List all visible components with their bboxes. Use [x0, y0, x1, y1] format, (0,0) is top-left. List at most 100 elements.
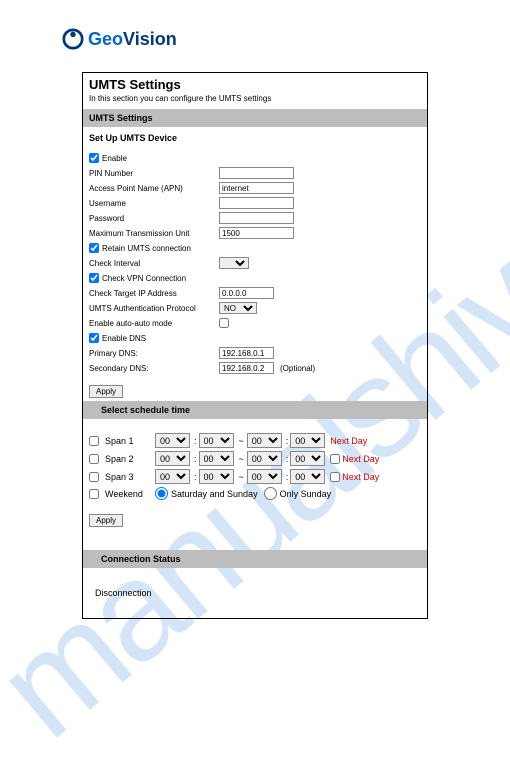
colon-icon: : [194, 454, 197, 464]
username-input[interactable] [219, 197, 294, 209]
connection-status-text: Disconnection [83, 568, 427, 618]
span3-m2[interactable]: 00 [290, 469, 325, 484]
colon-icon: : [286, 454, 289, 464]
row-auth: UMTS Authentication Protocol NO [89, 301, 421, 315]
span2-nextday-wrap: Next Day [330, 454, 379, 464]
enable-dns-label: Enable DNS [102, 334, 146, 343]
password-input[interactable] [219, 212, 294, 224]
page-title: UMTS Settings [83, 73, 427, 94]
row-enable: Enable [89, 151, 421, 165]
retain-label: Retain UMTS connection [102, 244, 191, 253]
span3-nextday: Next Day [342, 472, 379, 482]
span3-m1[interactable]: 00 [199, 469, 234, 484]
auth-select[interactable]: NO [219, 302, 257, 314]
check-target-input[interactable] [219, 287, 274, 299]
umts-form: Enable PIN Number Access Point Name (APN… [83, 149, 427, 382]
row-autoauto: Enable auto-auto mode [89, 316, 421, 330]
autoauto-checkbox[interactable] [219, 318, 229, 328]
primary-dns-input[interactable] [219, 347, 274, 359]
pin-input[interactable] [219, 167, 294, 179]
section-umts-settings: UMTS Settings [83, 109, 427, 127]
span2-label: Span 2 [105, 454, 155, 464]
retain-checkbox[interactable] [89, 243, 99, 253]
tilde-icon: ~ [239, 472, 244, 482]
span2-checkbox[interactable] [89, 454, 99, 464]
colon-icon: : [286, 436, 289, 446]
section-schedule: Select schedule time [83, 401, 427, 419]
row-apn: Access Point Name (APN) [89, 181, 421, 195]
row-retain: Retain UMTS connection [89, 241, 421, 255]
span2-m2[interactable]: 00 [290, 451, 325, 466]
optional-text: (Optional) [280, 364, 315, 373]
apply-schedule-button[interactable]: Apply [89, 514, 123, 527]
row-check-vpn: Check VPN Connection [89, 271, 421, 285]
onlysun-radio[interactable] [264, 487, 277, 500]
page-subtitle: In this section you can configure the UM… [83, 94, 427, 109]
row-username: Username [89, 196, 421, 210]
row-password: Password [89, 211, 421, 225]
colon-icon: : [286, 472, 289, 482]
colon-icon: : [194, 472, 197, 482]
weekend-checkbox[interactable] [89, 489, 99, 499]
logo-geo: Geo [88, 29, 123, 49]
span1-nextday: Next Day [330, 436, 367, 446]
secondary-dns-input[interactable] [219, 362, 274, 374]
password-label: Password [89, 214, 219, 223]
autoauto-label: Enable auto-auto mode [89, 319, 219, 328]
settings-panel: UMTS Settings In this section you can co… [82, 72, 428, 619]
span3-label: Span 3 [105, 472, 155, 482]
enable-dns-checkbox[interactable] [89, 333, 99, 343]
schedule-area: Span 1 00 : 00 ~ 00 : 00 Next Day Span 2… [83, 419, 427, 511]
auth-label: UMTS Authentication Protocol [89, 304, 219, 313]
span1-h1[interactable]: 00 [155, 433, 190, 448]
brand-logo: GeoVision [0, 0, 510, 50]
satsun-radio[interactable] [155, 487, 168, 500]
mtu-label: Maximum Transmission Unit [89, 229, 219, 238]
row-enable-dns: Enable DNS [89, 331, 421, 345]
span2-h1[interactable]: 00 [155, 451, 190, 466]
span2-row: Span 2 00 : 00 ~ 00 : 00 Next Day [89, 451, 421, 466]
logo-icon [62, 28, 84, 50]
span1-m1[interactable]: 00 [199, 433, 234, 448]
apn-input[interactable] [219, 182, 294, 194]
span1-checkbox[interactable] [89, 436, 99, 446]
span2-h2[interactable]: 00 [247, 451, 282, 466]
primary-dns-label: Primary DNS: [89, 349, 219, 358]
tilde-icon: ~ [239, 436, 244, 446]
span3-h2[interactable]: 00 [247, 469, 282, 484]
tilde-icon: ~ [239, 454, 244, 464]
span3-h1[interactable]: 00 [155, 469, 190, 484]
row-pin: PIN Number [89, 166, 421, 180]
logo-vision: Vision [123, 29, 177, 49]
check-interval-select[interactable] [219, 257, 249, 269]
colon-icon: : [194, 436, 197, 446]
row-check-target: Check Target IP Address [89, 286, 421, 300]
weekend-row: Weekend Saturday and Sunday Only Sunday [89, 487, 421, 500]
span3-nextday-wrap: Next Day [330, 472, 379, 482]
span3-nextday-checkbox[interactable] [330, 472, 340, 482]
span3-row: Span 3 00 : 00 ~ 00 : 00 Next Day [89, 469, 421, 484]
row-check-interval: Check Interval [89, 256, 421, 270]
apply-umts-button[interactable]: Apply [89, 385, 123, 398]
span1-m2[interactable]: 00 [290, 433, 325, 448]
span2-nextday-checkbox[interactable] [330, 454, 340, 464]
span1-label: Span 1 [105, 436, 155, 446]
mtu-input[interactable] [219, 227, 294, 239]
check-vpn-label: Check VPN Connection [102, 274, 186, 283]
section-connection-status: Connection Status [83, 550, 427, 568]
check-vpn-checkbox[interactable] [89, 273, 99, 283]
span2-m1[interactable]: 00 [199, 451, 234, 466]
span3-checkbox[interactable] [89, 472, 99, 482]
row-mtu: Maximum Transmission Unit [89, 226, 421, 240]
pin-label: PIN Number [89, 169, 219, 178]
row-secondary-dns: Secondary DNS: (Optional) [89, 361, 421, 375]
apn-label: Access Point Name (APN) [89, 184, 219, 193]
span1-h2[interactable]: 00 [247, 433, 282, 448]
satsun-label: Saturday and Sunday [171, 489, 258, 499]
span2-nextday: Next Day [342, 454, 379, 464]
row-primary-dns: Primary DNS: [89, 346, 421, 360]
enable-checkbox[interactable] [89, 153, 99, 163]
username-label: Username [89, 199, 219, 208]
logo-text: GeoVision [88, 29, 177, 50]
onlysun-label: Only Sunday [280, 489, 332, 499]
